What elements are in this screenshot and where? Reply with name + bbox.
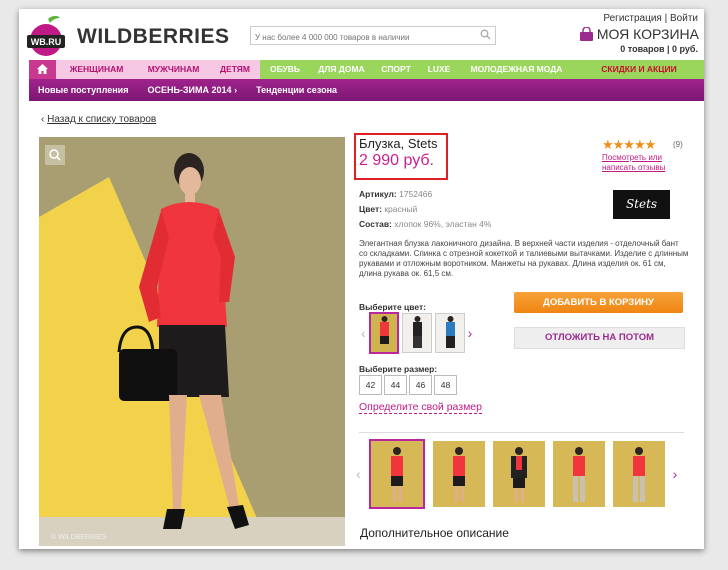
reviews-link[interactable]: Посмотреть или написать отзывы xyxy=(602,153,682,173)
zoom-button[interactable] xyxy=(45,145,65,165)
product-title: Блузка, Stets xyxy=(359,136,438,151)
wildberries-logo[interactable]: WB.RU xyxy=(24,15,68,57)
color-label: Цвет: xyxy=(359,204,382,214)
tab-women[interactable]: ЖЕНЩИНАМ xyxy=(56,60,137,79)
chevron-right-icon: › xyxy=(234,85,238,95)
subnav-autumn-winter[interactable]: ОСЕНЬ-ЗИМА 2014 › xyxy=(138,85,247,95)
back-to-list-link[interactable]: Назад к списку товаров xyxy=(47,114,156,125)
page: WB.RU WILDBERRIES Регистрация | Войти МО… xyxy=(19,9,704,549)
thumbnail-3[interactable] xyxy=(492,441,545,507)
brand-name[interactable]: WILDBERRIES xyxy=(77,25,230,49)
review-count: (9) xyxy=(673,140,683,149)
product-photo[interactable]: © WILDBERRIES xyxy=(39,137,345,546)
size-option-44[interactable]: 44 xyxy=(384,375,407,395)
category-nav: ЖЕНЩИНАМ МУЖЧИНАМ ДЕТЯМ ОБУВЬ ДЛЯ ДОМА С… xyxy=(29,60,704,79)
additional-description-heading[interactable]: Дополнительное описание xyxy=(360,526,509,540)
color-prev-arrow[interactable]: ‹ xyxy=(361,325,366,341)
save-for-later-button[interactable]: ОТЛОЖИТЬ НА ПОТОМ xyxy=(514,327,685,349)
register-link[interactable]: Регистрация xyxy=(603,13,661,24)
breadcrumb: ‹ Назад к списку товаров xyxy=(41,114,156,125)
thumbnail-2[interactable] xyxy=(432,441,485,507)
thumbnail-1[interactable] xyxy=(368,439,425,509)
chevron-left-icon: ‹ xyxy=(41,114,45,125)
tab-sport[interactable]: СПОРТ xyxy=(373,60,419,79)
star-rating[interactable]: ★★★★★ xyxy=(602,137,656,153)
thumb-prev-arrow[interactable]: ‹ xyxy=(356,466,361,482)
color-swatch-black[interactable] xyxy=(401,313,432,353)
size-options: 42 44 46 48 xyxy=(359,375,457,395)
cart-summary: 0 товаров | 0 руб. xyxy=(620,44,698,54)
size-guide-link[interactable]: Определите свой размер xyxy=(359,401,482,414)
home-tab[interactable] xyxy=(29,60,56,79)
article-label: Артикул: xyxy=(359,189,397,199)
product-description: Элегантная блузка лаконичного дизайна. В… xyxy=(359,239,689,278)
search-box xyxy=(250,26,496,45)
account-links: Регистрация | Войти xyxy=(603,13,698,24)
tab-sales[interactable]: СКИДКИ И АКЦИИ xyxy=(574,60,704,79)
brand-logo[interactable]: Stets xyxy=(613,190,670,219)
thumbnail-5[interactable] xyxy=(612,441,665,507)
color-value: красный xyxy=(384,204,418,214)
divider xyxy=(359,432,684,433)
tab-men[interactable]: МУЖЧИНАМ xyxy=(137,60,210,79)
product-price: 2 990 руб. xyxy=(359,152,434,169)
cart-bag-icon xyxy=(579,27,593,41)
photo-copyright: © WILDBERRIES xyxy=(51,534,107,541)
photo-thumbnails: ‹ › xyxy=(356,439,677,509)
product-photo-image xyxy=(39,153,345,546)
thumb-next-arrow[interactable]: › xyxy=(673,466,678,482)
color-swatch-red[interactable] xyxy=(368,312,399,354)
subnav-trends[interactable]: Тенденции сезона xyxy=(247,85,347,95)
cart-label: МОЯ КОРЗИНА xyxy=(596,26,699,42)
tab-luxe[interactable]: LUXE xyxy=(419,60,459,79)
home-icon xyxy=(37,64,48,74)
separator: | xyxy=(664,13,668,24)
tab-youth-fashion[interactable]: МОЛОДЕЖНАЯ МОДА xyxy=(459,60,574,79)
color-swatches: ‹ › xyxy=(361,312,472,354)
subnav-new-arrivals[interactable]: Новые поступления xyxy=(29,85,138,95)
tab-shoes[interactable]: ОБУВЬ xyxy=(260,60,310,79)
composition-value: хлопок 96%, эластан 4% xyxy=(394,219,492,229)
zoom-icon xyxy=(49,149,61,161)
login-link[interactable]: Войти xyxy=(670,13,698,24)
size-option-48[interactable]: 48 xyxy=(434,375,457,395)
choose-size-label: Выберите размер: xyxy=(359,364,438,374)
tab-kids[interactable]: ДЕТЯМ xyxy=(210,60,260,79)
choose-color-label: Выберите цвет: xyxy=(359,302,426,312)
thumbnail-4[interactable] xyxy=(552,441,605,507)
size-option-46[interactable]: 46 xyxy=(409,375,432,395)
color-swatch-blue[interactable] xyxy=(434,313,465,353)
search-input[interactable] xyxy=(251,30,473,45)
tab-home[interactable]: ДЛЯ ДОМА xyxy=(310,60,373,79)
color-next-arrow[interactable]: › xyxy=(468,325,473,341)
search-icon[interactable] xyxy=(480,29,491,40)
size-option-42[interactable]: 42 xyxy=(359,375,382,395)
composition-label: Состав: xyxy=(359,219,392,229)
article-value: 1752466 xyxy=(399,189,433,199)
subnav-autumn-winter-label: ОСЕНЬ-ЗИМА 2014 xyxy=(147,85,232,95)
product-attributes: Артикул: 1752466 Цвет: красный Состав: х… xyxy=(359,187,491,232)
cart-link[interactable]: МОЯ КОРЗИНА xyxy=(579,26,699,42)
logo-text: WB.RU xyxy=(31,37,62,47)
sub-nav: Новые поступления ОСЕНЬ-ЗИМА 2014 › Тенд… xyxy=(29,79,704,101)
add-to-cart-button[interactable]: ДОБАВИТЬ В КОРЗИНУ xyxy=(514,292,683,313)
